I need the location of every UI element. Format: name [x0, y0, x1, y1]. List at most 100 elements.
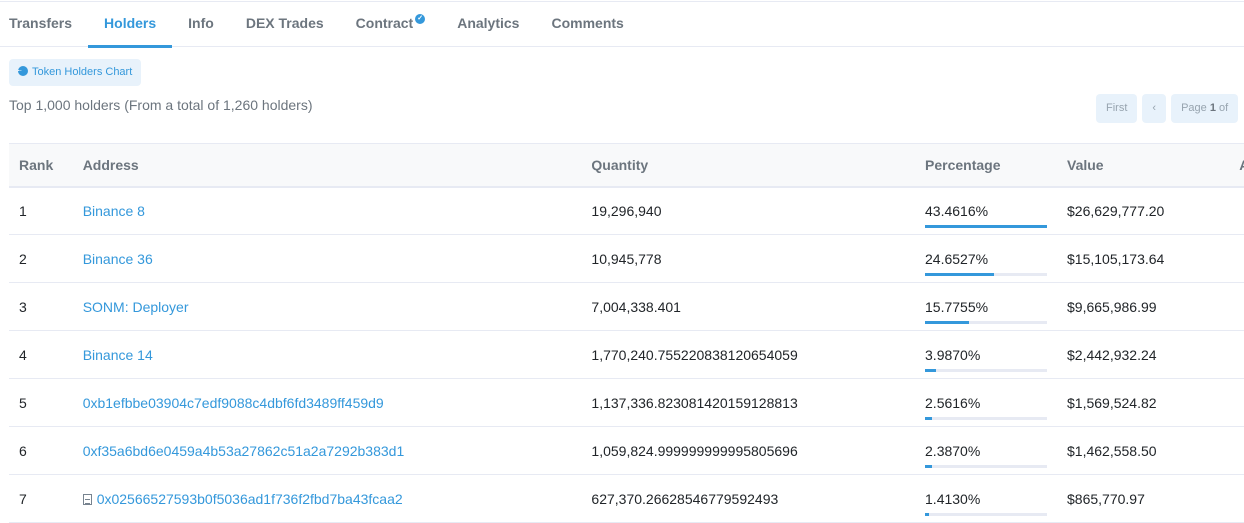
- address-link[interactable]: SONM: Deployer: [83, 299, 189, 315]
- value-cell: $1,462,558.50: [1057, 426, 1230, 475]
- percentage-cell: 24.6527%: [915, 234, 1058, 283]
- tab-contract[interactable]: Contract ✓: [340, 2, 442, 46]
- address-cell: Binance 36: [72, 234, 582, 283]
- column-header-address: Address: [72, 143, 582, 188]
- percentage-text: 2.5616%: [925, 394, 981, 411]
- value-cell: $9,665,986.99: [1057, 282, 1230, 331]
- tab-bar: Transfers Holders Info DEX Trades Contract ✓ A…: [0, 1, 1244, 48]
- percentage-bar: [925, 320, 1048, 324]
- percentage-bar: [925, 512, 1048, 516]
- percentage-bar-fill: [925, 368, 937, 372]
- percentage-cell: 3.9870%: [915, 330, 1058, 379]
- percentage-bar-fill: [925, 272, 995, 276]
- quantity-cell: 1,137,336.823081420159128813: [581, 378, 916, 427]
- page-suffix: of: [1215, 102, 1229, 114]
- tab-transfers[interactable]: Transfers: [0, 2, 88, 46]
- address-link[interactable]: 0x02566527593b0f5036ad1f736f2fbd7ba43fca…: [97, 491, 403, 507]
- extra-cell: [1229, 474, 1244, 523]
- pagination: First ‹ Page 1 of: [1096, 94, 1239, 123]
- address-link[interactable]: 0xb1efbbe03904c7edf9088c4dbf6fd3489ff459…: [83, 395, 384, 411]
- tab-label: Contract: [355, 15, 414, 31]
- address-link[interactable]: 0xf35a6bd6e0459a4b53a27862c51a2a7292b383…: [83, 443, 405, 459]
- address-cell: 0xf35a6bd6e0459a4b53a27862c51a2a7292b383…: [72, 426, 582, 475]
- value-cell: $26,629,777.20: [1057, 186, 1230, 235]
- quantity-cell: 627,370.26628546779592493: [581, 474, 916, 523]
- tab-label: DEX Trades: [245, 15, 324, 31]
- tab-dex-trades[interactable]: DEX Trades: [230, 2, 340, 46]
- tab-info[interactable]: Info: [172, 2, 230, 46]
- rank-cell: 5: [9, 378, 73, 427]
- verified-check-icon: ✓: [415, 14, 426, 24]
- percentage-bar-fill: [925, 464, 932, 468]
- rank-cell: 3: [9, 282, 73, 331]
- pie-chart-icon: [18, 66, 28, 76]
- quantity-cell: 19,296,940: [581, 186, 916, 235]
- address-cell: 0x02566527593b0f5036ad1f736f2fbd7ba43fca…: [72, 474, 582, 523]
- tab-label: Info: [188, 15, 214, 31]
- quantity-cell: 1,059,824.999999999995805696: [581, 426, 916, 475]
- address-cell: SONM: Deployer: [72, 282, 582, 331]
- column-header-a: A: [1229, 143, 1244, 188]
- address-link[interactable]: Binance 36: [83, 251, 153, 267]
- percentage-text: 15.7755%: [925, 298, 989, 315]
- percentage-bar-fill: [925, 512, 929, 516]
- percentage-text: 1.4130%: [925, 490, 981, 507]
- extra-cell: [1229, 330, 1244, 379]
- page-prefix: Page: [1181, 102, 1210, 114]
- column-header-quantity: Quantity: [581, 143, 916, 188]
- tab-comments[interactable]: Comments: [535, 2, 639, 46]
- column-header-rank: Rank: [9, 143, 73, 188]
- column-header-percentage: Percentage: [915, 143, 1058, 188]
- value-cell: $15,105,173.64: [1057, 234, 1230, 283]
- prev-page-button[interactable]: ‹: [1142, 94, 1167, 123]
- rank-cell: 2: [9, 234, 73, 283]
- address-link[interactable]: Binance 8: [83, 203, 145, 219]
- value-cell: $865,770.97: [1057, 474, 1230, 523]
- address-link[interactable]: Binance 14: [83, 347, 153, 363]
- table-row: 4 Binance 14 1,770,240.75522083812065405…: [9, 330, 1244, 379]
- table-row: 5 0xb1efbbe03904c7edf9088c4dbf6fd3489ff4…: [9, 378, 1244, 427]
- rank-cell: 7: [9, 474, 73, 523]
- table-row: 1 Binance 8 19,296,940 43.4616% $26,629,…: [9, 186, 1244, 235]
- page-indicator: Page 1 of: [1171, 94, 1239, 123]
- quantity-cell: 7,004,338.401: [581, 282, 916, 331]
- tab-label: Transfers: [9, 15, 73, 31]
- percentage-text: 3.9870%: [925, 346, 981, 363]
- extra-cell: [1229, 426, 1244, 475]
- holders-summary: Top 1,000 holders (From a total of 1,260…: [9, 97, 313, 113]
- extra-cell: [1229, 234, 1244, 283]
- column-header-value: Value: [1057, 143, 1230, 188]
- tab-label: Comments: [551, 15, 624, 31]
- token-holders-chart-button[interactable]: Token Holders Chart: [9, 59, 142, 86]
- percentage-bar-fill: [925, 416, 933, 420]
- tab-analytics[interactable]: Analytics: [441, 2, 535, 46]
- address-cell: 0xb1efbbe03904c7edf9088c4dbf6fd3489ff459…: [72, 378, 582, 427]
- extra-cell: [1229, 282, 1244, 331]
- first-page-button[interactable]: First: [1096, 94, 1138, 123]
- percentage-text: 24.6527%: [925, 250, 989, 267]
- percentage-cell: 2.5616%: [915, 378, 1058, 427]
- rank-cell: 1: [9, 186, 73, 235]
- tab-holders[interactable]: Holders: [88, 2, 173, 48]
- rank-cell: 6: [9, 426, 73, 475]
- percentage-bar: [925, 272, 1048, 276]
- button-label: Token Holders Chart: [32, 66, 133, 78]
- extra-cell: [1229, 186, 1244, 235]
- value-cell: $1,569,524.82: [1057, 378, 1230, 427]
- percentage-bar-fill: [925, 224, 1048, 228]
- tab-label: Analytics: [457, 15, 520, 31]
- tab-label: Holders: [104, 15, 157, 31]
- percentage-cell: 43.4616%: [915, 186, 1058, 235]
- contract-file-icon: [82, 493, 92, 505]
- percentage-bar-fill: [925, 320, 970, 324]
- holders-table: RankAddressQuantityPercentageValueA 1 Bi…: [9, 143, 1244, 523]
- percentage-bar: [925, 416, 1048, 420]
- percentage-cell: 15.7755%: [915, 282, 1058, 331]
- address-cell: Binance 14: [72, 330, 582, 379]
- quantity-cell: 10,945,778: [581, 234, 916, 283]
- table-row: 2 Binance 36 10,945,778 24.6527% $15,105…: [9, 234, 1244, 283]
- value-cell: $2,442,932.24: [1057, 330, 1230, 379]
- percentage-bar: [925, 464, 1048, 468]
- table-row: 7 0x02566527593b0f5036ad1f736f2fbd7ba43f…: [9, 474, 1244, 523]
- extra-cell: [1229, 378, 1244, 427]
